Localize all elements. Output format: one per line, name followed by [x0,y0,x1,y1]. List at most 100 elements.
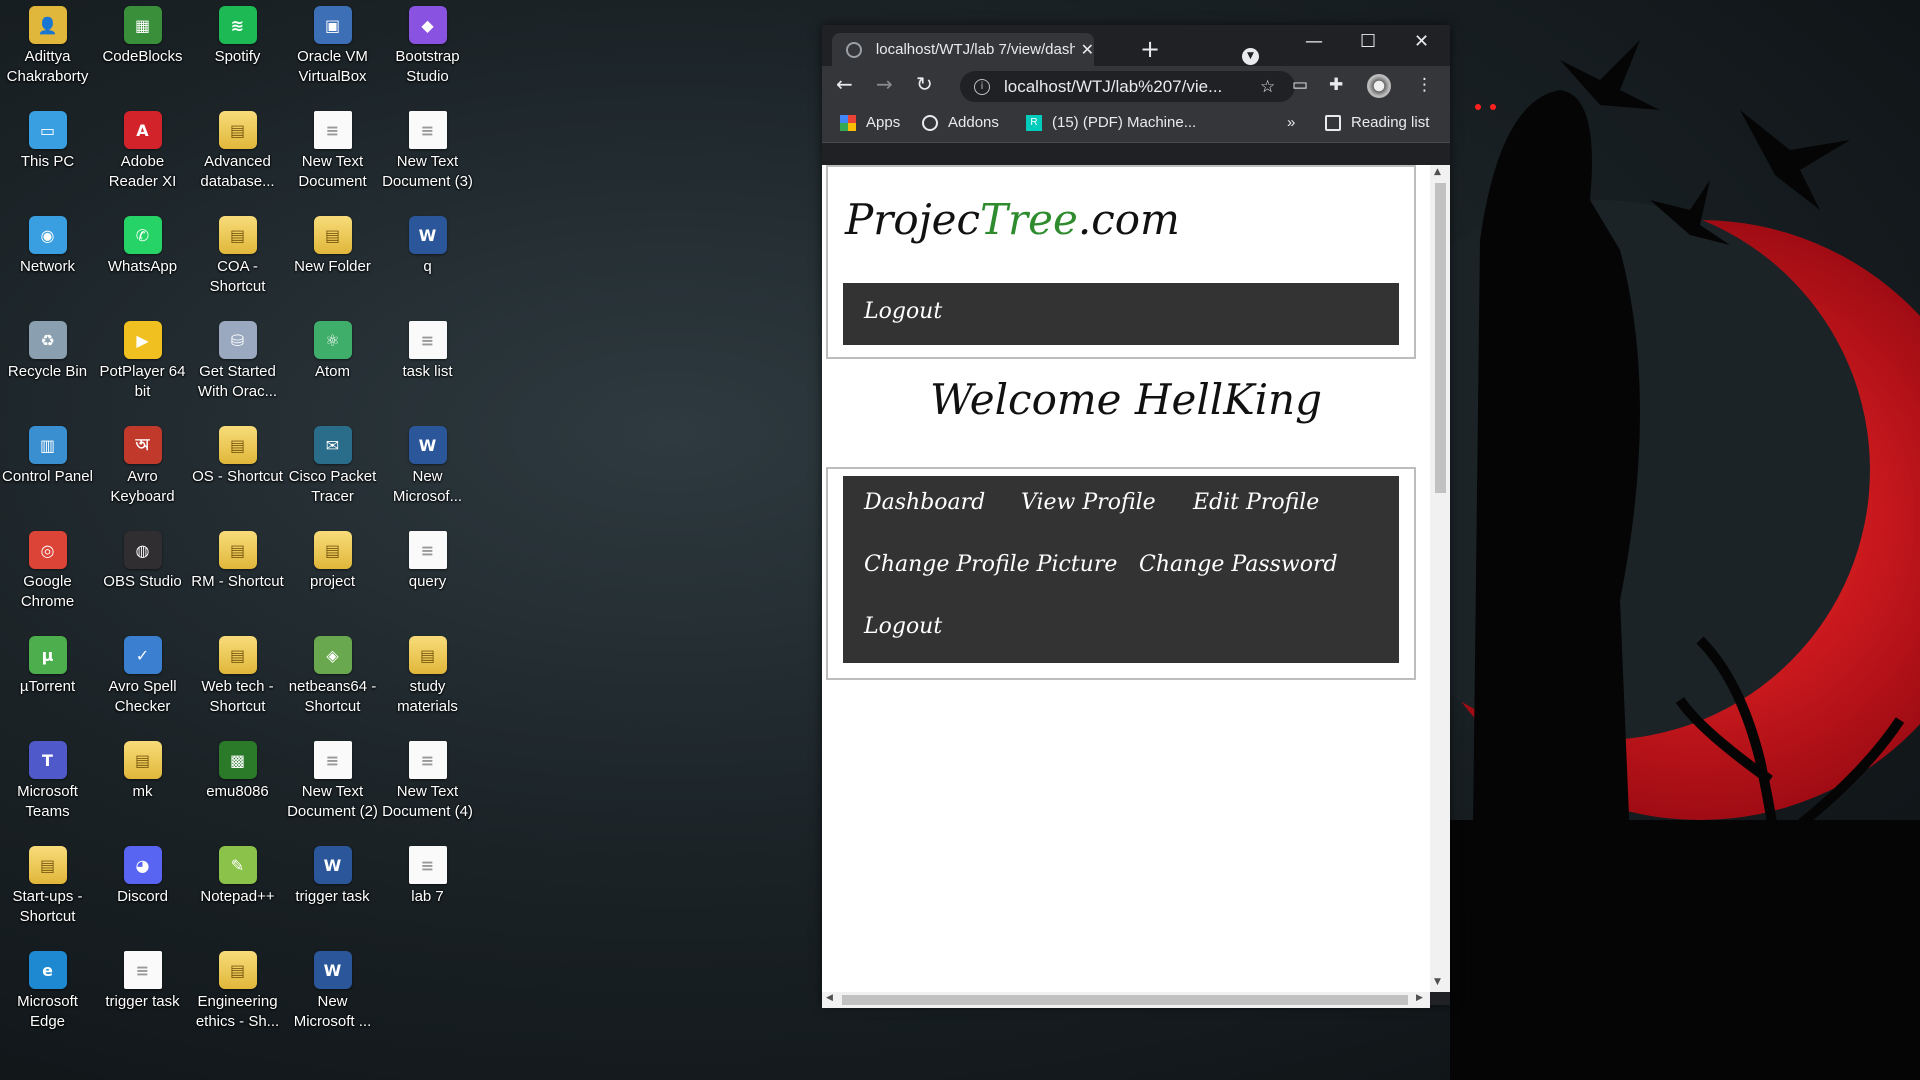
bookmark-pdf[interactable]: R (15) (PDF) Machine... [1026,114,1196,131]
scroll-up-icon[interactable]: ▲ [1434,167,1441,177]
minimize-icon[interactable]: — [1305,31,1323,52]
address-bar[interactable]: i localhost/WTJ/lab%207/vie... ☆ [960,71,1295,102]
desktop-icon[interactable]: ⛁ Get Started With Orac... [190,321,285,426]
header-logout-link[interactable]: Logout [864,299,942,324]
desktop-icon[interactable]: ◍ OBS Studio [95,531,190,636]
user-menu-box: Dashboard View Profile Edit Profile Chan… [826,467,1416,680]
desktop-icon[interactable]: ▶ PotPlayer 64 bit [95,321,190,426]
desktop-icon[interactable]: ▦ CodeBlocks [95,6,190,111]
back-icon[interactable]: ← [836,72,853,96]
header-nav: Logout [843,283,1399,345]
desktop-icon[interactable]: ✓ Avro Spell Checker [95,636,190,741]
menu-dashboard-link[interactable]: Dashboard [864,490,985,515]
desktop-icon[interactable]: ▤ RM - Shortcut [190,531,285,636]
new-tab-icon[interactable]: + [1140,35,1160,63]
desktop-icon[interactable]: T Microsoft Teams [0,741,95,846]
window-close-icon[interactable]: ✕ [1414,31,1429,52]
desktop-icon[interactable]: ◈ netbeans64 - Shortcut [285,636,380,741]
desktop-icon[interactable]: ▥ Control Panel [0,426,95,531]
desktop-icon-image: ▤ [313,216,352,254]
desktop-icon[interactable]: ≡ trigger task [95,951,190,1056]
desktop-icon[interactable]: ♻ Recycle Bin [0,321,95,426]
vertical-scrollbar[interactable]: ▲ ▼ [1430,165,1450,992]
desktop-icon[interactable]: Wtrigger task [285,846,380,951]
desktop-icon[interactable]: ◎ Google Chrome [0,531,95,636]
menu-kebab-icon[interactable]: ⋮ [1416,75,1433,95]
desktop-icon[interactable]: ▤ New Folder [285,216,380,321]
desktop-icon[interactable]: অ Avro Keyboard [95,426,190,531]
desktop-icon-image: W [408,426,447,464]
maximize-icon[interactable]: ☐ [1360,31,1376,52]
menu-logout-link[interactable]: Logout [864,614,942,639]
desktop-icon[interactable]: ◉ Network [0,216,95,321]
desktop-icon[interactable]: ≡ New Text Document [285,111,380,216]
desktop-icon[interactable]: ✆ WhatsApp [95,216,190,321]
menu-edit-profile-link[interactable]: Edit Profile [1193,490,1319,515]
desktop-icon[interactable]: ≡ New Text Document (4) [380,741,475,846]
extension-icon[interactable]: ▭ [1292,75,1308,95]
desktop-icon[interactable]: ≡ lab 7 [380,846,475,951]
desktop-icon[interactable]: ▭ This PC [0,111,95,216]
horizontal-scrollbar[interactable]: ◀ ▶ [822,992,1430,1008]
user-menu-nav: Dashboard View Profile Edit Profile Chan… [843,476,1399,663]
extensions-puzzle-icon[interactable]: ✚ [1329,75,1343,95]
desktop-icon[interactable]: ◆ Bootstrap Studio [380,6,475,111]
desktop-icon[interactable]: ◕ Discord [95,846,190,951]
desktop-icon[interactable]: ▩ emu8086 [190,741,285,846]
scroll-left-icon[interactable]: ◀ [826,993,833,1003]
desktop-icon-image: W [408,216,447,254]
desktop-icon[interactable]: W New Microsoft ... [285,951,380,1056]
desktop-icon[interactable]: ▤ Engineering ethics - Sh... [190,951,285,1056]
horizontal-scroll-thumb[interactable] [842,995,1408,1005]
reading-list-label: Reading list [1351,114,1430,131]
scroll-down-icon[interactable]: ▼ [1434,977,1441,987]
profile-avatar[interactable] [1367,74,1391,98]
reload-icon[interactable]: ↻ [916,72,933,96]
desktop-icon[interactable]: ≋ Spotify [190,6,285,111]
desktop-icon-label: New Text Document (2) [287,783,378,820]
desktop-icon[interactable]: ▤ Web tech - Shortcut [190,636,285,741]
menu-change-password-link[interactable]: Change Password [1139,552,1338,577]
site-logo[interactable]: ProjecTree.com [845,195,1180,244]
tab-active[interactable]: localhost/WTJ/lab 7/view/dashb ✕ [832,33,1094,66]
desktop-icon-label: Start-ups - Shortcut [12,888,83,925]
desktop-icon[interactable]: µ µTorrent [0,636,95,741]
bookmarks-overflow[interactable]: » [1287,114,1295,131]
vertical-scroll-thumb[interactable] [1435,183,1446,493]
desktop-icon[interactable]: ▤ OS - Shortcut [190,426,285,531]
bookmark-addons[interactable]: Addons [922,114,999,131]
desktop-icon-label: New Microsof... [392,468,463,505]
desktop-icon[interactable]: A Adobe Reader XI [95,111,190,216]
desktop-icon[interactable]: ▤ COA - Shortcut [190,216,285,321]
forward-icon[interactable]: → [876,72,893,96]
desktop-icon[interactable]: ⚛ Atom [285,321,380,426]
desktop-icon-image: 👤 [28,6,67,44]
desktop-icon[interactable]: ≡ query [380,531,475,636]
desktop-icon[interactable]: ✉ Cisco Packet Tracer [285,426,380,531]
desktop-icon[interactable]: ▤ study materials [380,636,475,741]
desktop-icon-image: ≋ [218,6,257,44]
desktop-icon[interactable]: ▤ Start-ups - Shortcut [0,846,95,951]
desktop-icon[interactable]: ✎ Notepad++ [190,846,285,951]
desktop-icon[interactable]: ▣ Oracle VM VirtualBox [285,6,380,111]
menu-change-picture-link[interactable]: Change Profile Picture [864,552,1117,577]
desktop-icon[interactable]: 👤 Adittya Chakraborty [0,6,95,111]
scroll-right-icon[interactable]: ▶ [1416,993,1423,1003]
desktop-icon-label: Avro Keyboard [110,468,175,505]
site-info-icon[interactable]: i [974,78,990,95]
bookmark-star-icon[interactable]: ☆ [1260,77,1275,97]
desktop-icon[interactable]: e Microsoft Edge [0,951,95,1056]
desktop-icon[interactable]: ▤ project [285,531,380,636]
desktop-icon[interactable]: ▤ Advanced database... [190,111,285,216]
bookmark-apps[interactable]: Apps [840,114,900,131]
desktop-icon[interactable]: ≡ task list [380,321,475,426]
reading-list[interactable]: Reading list [1325,114,1429,131]
menu-view-profile-link[interactable]: View Profile [1021,490,1156,515]
desktop-icon[interactable]: ▤ mk [95,741,190,846]
desktop-icon[interactable]: ≡ New Text Document (3) [380,111,475,216]
tab-close-icon[interactable]: ✕ [1081,40,1094,59]
desktop-icon[interactable]: ≡ New Text Document (2) [285,741,380,846]
desktop-icon[interactable]: Wq [380,216,475,321]
desktop-icon[interactable]: W New Microsof... [380,426,475,531]
tab-search-icon[interactable]: ▼ [1242,48,1259,65]
